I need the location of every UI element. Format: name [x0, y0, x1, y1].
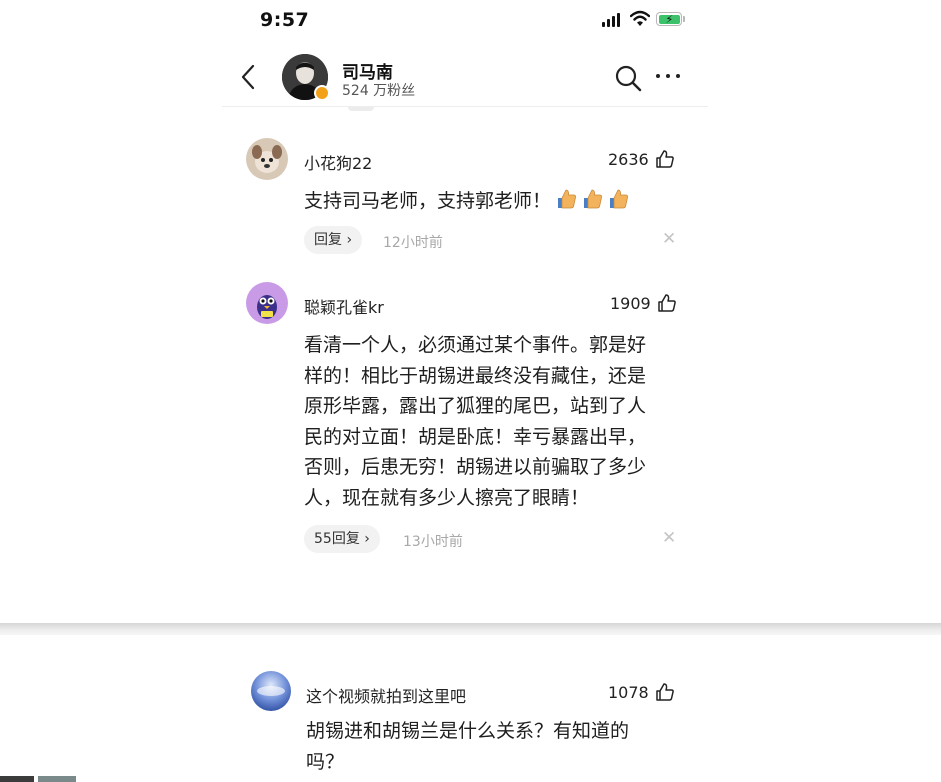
comment-content: 看清一个人，必须通过某个事件。郭是好 样的！相比于胡锡进最终没有藏住，还是 原形…: [304, 330, 704, 513]
battery-icon: ⚡: [656, 12, 682, 26]
close-icon[interactable]: ✕: [662, 229, 676, 249]
screenshot-separator: [0, 623, 941, 635]
thumbs-up-emoji-icon: [584, 189, 603, 209]
author-fans-count: 524 万粉丝: [342, 83, 416, 99]
comment-content: 胡锡进和胡锡兰是什么关系？有知道的 吗？: [306, 716, 686, 777]
like-button[interactable]: 1078: [608, 682, 675, 702]
thumbs-up-icon: [657, 294, 676, 312]
comment-line: 原形毕露，露出了狐狸的尾巴，站到了人: [304, 395, 647, 417]
commenter-avatar[interactable]: [246, 138, 288, 180]
cellular-signal-icon: [602, 13, 620, 27]
reply-button[interactable]: 55回复 ›: [304, 525, 380, 553]
comment-line: 胡锡进和胡锡兰是什么关系？有知道的: [306, 720, 630, 742]
like-count: 1909: [610, 293, 651, 313]
like-count: 1078: [608, 682, 649, 702]
battery-tip: [683, 16, 685, 22]
comment-line: 否则，后患无穷！胡锡进以前骗取了多少: [304, 456, 647, 478]
comment-username[interactable]: 小花狗22: [304, 150, 372, 174]
comment-line: 人，现在就有多少人擦亮了眼睛！: [304, 486, 590, 509]
search-icon[interactable]: [614, 64, 642, 92]
like-count: 2636: [608, 149, 649, 169]
thumbs-up-icon: [655, 683, 674, 701]
header-divider: [222, 106, 708, 107]
comment-line: 民的对立面！胡是卧底！幸亏暴露出早，: [304, 425, 647, 448]
comment-username[interactable]: 聪颖孔雀kr: [304, 294, 384, 318]
commenter-avatar[interactable]: [246, 282, 288, 324]
sky-avatar-icon: [251, 671, 291, 711]
comment-time: 13小时前: [403, 534, 463, 550]
like-button[interactable]: 1909: [610, 293, 677, 313]
status-time: 9:57: [260, 9, 310, 31]
thumbnail-edge: [0, 776, 76, 782]
comment-content: 支持司马老师，支持郭老师！: [304, 186, 629, 217]
dog-avatar-icon: [246, 138, 288, 180]
more-icon[interactable]: [656, 74, 680, 78]
like-button[interactable]: 2636: [608, 149, 675, 169]
close-icon[interactable]: ✕: [662, 528, 676, 548]
chevron-left-icon[interactable]: [238, 62, 258, 92]
verified-badge-icon: [314, 85, 330, 101]
scroll-peek: [348, 107, 374, 111]
wifi-icon: [630, 10, 650, 26]
comment-username[interactable]: 这个视频就拍到这里吧: [306, 683, 466, 707]
comment-time: 12小时前: [383, 235, 443, 251]
commenter-avatar[interactable]: [251, 671, 291, 711]
reply-button[interactable]: 回复 ›: [304, 226, 363, 254]
comment-line: 样的！相比于胡锡进最终没有藏住，还是: [304, 364, 647, 387]
thumbs-up-icon: [655, 150, 674, 168]
thumbs-up-emoji-icon: [610, 189, 629, 209]
comment-line: 吗？: [306, 750, 345, 773]
thumbs-up-emoji-icon: [558, 189, 577, 209]
comment-line: 看清一个人，必须通过某个事件。郭是好: [304, 334, 647, 356]
peacock-avatar-icon: [246, 282, 288, 324]
